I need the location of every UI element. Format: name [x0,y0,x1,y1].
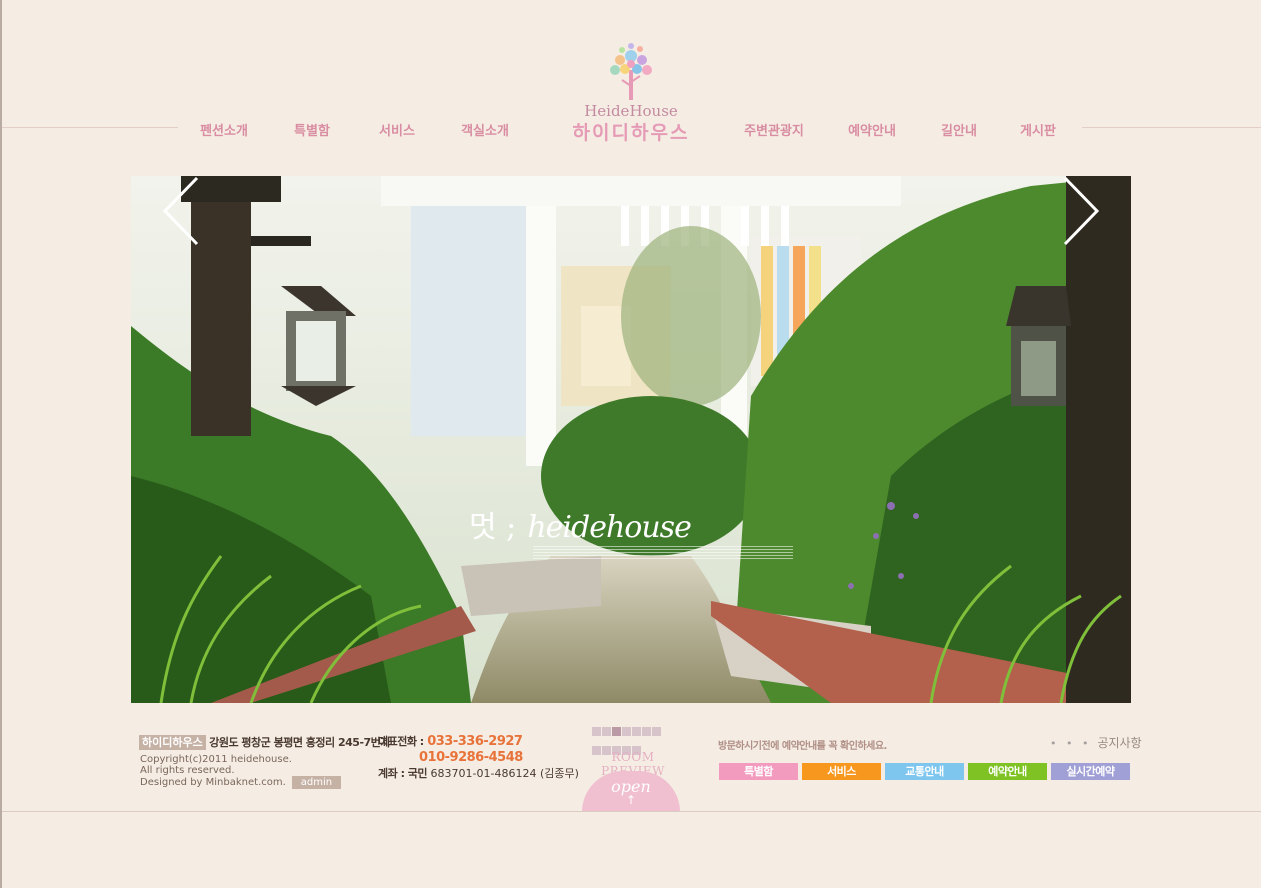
site-logo[interactable]: HeideHouse 하이디하우스 [570,42,692,144]
nav-divider-left [2,127,178,128]
hero-caption: 멋 ; heidehouse [469,502,793,560]
room-thumb[interactable] [632,727,641,736]
nav-divider-right [1082,127,1261,128]
footer-address-text: 강원도 평창군 봉평면 흥정리 245-7번지 [209,736,390,749]
account-label: 계좌 : 국민 [378,767,428,780]
footer-copyright: Copyright(c)2011 heidehouse. All rights … [140,754,342,789]
open-preview-button[interactable]: open ↑ [582,771,680,812]
bank-account: 계좌 : 국민 683701-01-486124 (김종무) [378,766,579,782]
nav-service[interactable]: 서비스 [379,120,415,139]
caption-mark: 멋 ; [469,510,517,545]
notice-link-label: 공지사항 [1097,736,1142,750]
tel-label: 대표전화 : [378,735,424,748]
account-number: 683701-01-486124 (김종무) [430,767,579,780]
copyright-line: Copyright(c)2011 heidehouse. [140,754,292,765]
notice-board-link[interactable]: • • • 공지사항 [1050,734,1142,751]
quick-link-special[interactable]: 특별함 [719,763,798,780]
rights-line: All rights reserved. [140,765,235,776]
tel-secondary: 010-9286-4548 [419,750,523,765]
admin-button[interactable]: admin [291,776,342,789]
quick-link-reservation[interactable]: 예약안내 [968,763,1047,780]
nav-reservation[interactable]: 예약안내 [848,120,896,139]
chevron-left-icon[interactable] [161,176,201,246]
designed-by: Designed by Minbaknet.com. [140,777,286,788]
nav-special[interactable]: 특별함 [294,120,330,139]
nav-rooms[interactable]: 객실소개 [461,120,509,139]
logo-text-korean: 하이디하우스 [572,122,690,144]
caption-fine-print [533,546,793,560]
quick-link-realtime-booking[interactable]: 실시간예약 [1051,763,1130,780]
room-thumb[interactable] [612,727,621,736]
footer-contact: 대표전화 : 033-336-2927 010-9286-4548 계좌 : 국… [378,734,579,780]
room-preview: ROOM PREVIEW open ↑ [582,722,683,812]
tree-logo-icon [610,43,652,100]
designed-line: Designed by Minbaknet.com. admin [140,776,342,789]
quick-link-transport[interactable]: 교통안내 [885,763,964,780]
chevron-right-icon[interactable] [1061,176,1101,246]
nav-pension-intro[interactable]: 펜션소개 [200,120,248,139]
room-thumb[interactable] [652,727,661,736]
footer-address: 하이디하우스 강원도 평창군 봉평면 흥정리 245-7번지 [139,734,390,750]
dots-icon: • • • [1050,737,1092,750]
caption-script: heidehouse [527,510,691,545]
tel-primary: 033-336-2927 [427,734,523,749]
hero-garden-image [131,176,1131,703]
nav-board[interactable]: 게시판 [1020,120,1056,139]
room-thumb[interactable] [642,727,651,736]
room-thumb[interactable] [622,727,631,736]
nav-directions[interactable]: 길안내 [941,120,977,139]
visit-notice: 방문하시기전에 예약안내를 꼭 확인하세요. [718,741,887,752]
footer-divider [2,811,1261,812]
nav-tourism[interactable]: 주변관광지 [744,120,804,139]
quick-link-service[interactable]: 서비스 [802,763,881,780]
arrow-up-icon: ↑ [625,793,637,807]
footer-brand: 하이디하우스 [139,735,206,750]
room-thumb[interactable] [602,727,611,736]
left-frame-border [0,0,2,888]
room-thumb[interactable] [592,727,601,736]
hero-slideshow: 멋 ; heidehouse [131,176,1131,703]
